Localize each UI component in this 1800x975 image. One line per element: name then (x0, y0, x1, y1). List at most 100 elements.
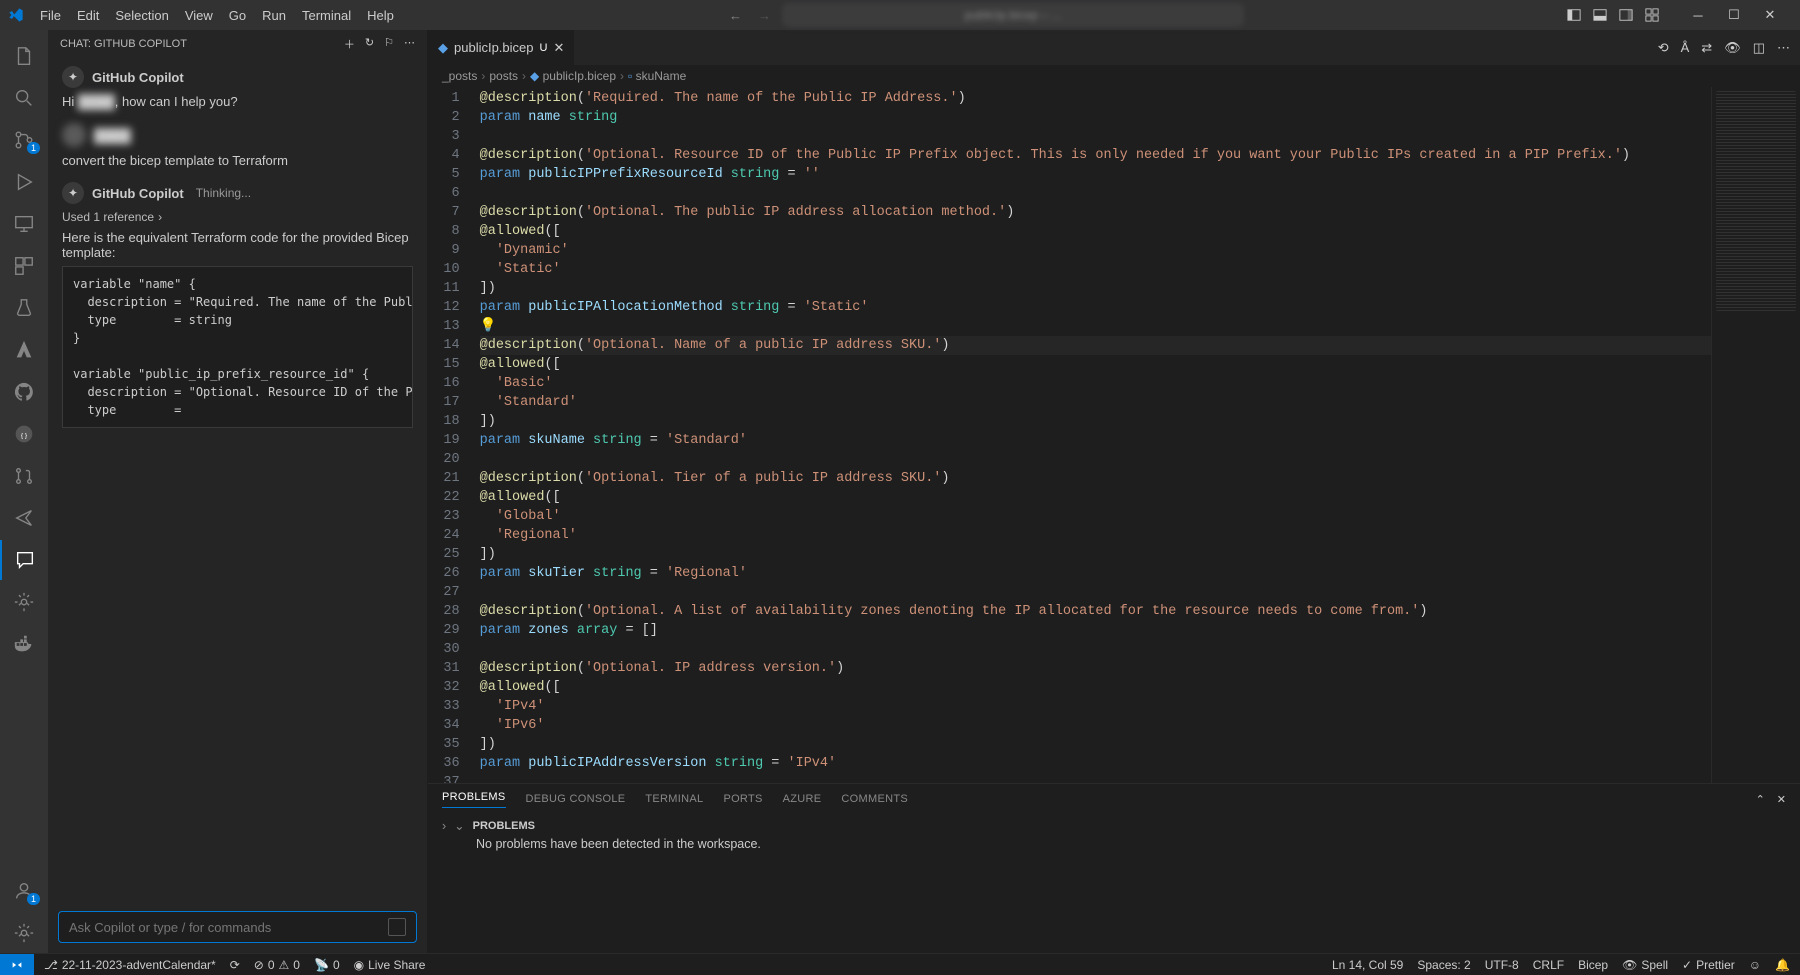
json-icon[interactable]: { } (0, 414, 48, 454)
compare-icon[interactable]: ⟲ (1658, 40, 1669, 56)
nav-forward-icon[interactable]: → (754, 4, 775, 27)
eol-indicator[interactable]: CRLF (1533, 958, 1564, 972)
activity-bar: 1 { } 1 (0, 30, 48, 953)
remote-explorer-icon[interactable] (0, 204, 48, 244)
prettier-indicator[interactable]: ✓ Prettier (1682, 958, 1735, 972)
test-icon[interactable] (0, 288, 48, 328)
more-actions-icon[interactable]: ⋯ (1777, 40, 1790, 56)
chat-input-container (58, 911, 417, 943)
language-indicator[interactable]: Bicep (1578, 958, 1608, 972)
ports-indicator[interactable]: 📡 0 (314, 958, 340, 972)
menu-go[interactable]: Go (221, 4, 254, 27)
more-icon[interactable]: ⋯ (404, 36, 415, 52)
encoding-indicator[interactable]: UTF-8 (1485, 958, 1519, 972)
menu-terminal[interactable]: Terminal (294, 4, 359, 27)
panel-tab-comments[interactable]: COMMENTS (841, 793, 908, 805)
vscode-logo-icon (8, 7, 24, 23)
panel-tab-azure[interactable]: AZURE (783, 793, 822, 805)
breadcrumb-segment[interactable]: _posts (442, 69, 477, 83)
layout-left-icon[interactable] (1566, 7, 1582, 23)
statusbar: ⎇ 22-11-2023-adventCalendar* ⟳ ⊘ 0 ⚠ 0 📡… (0, 953, 1800, 975)
problems-indicator[interactable]: ⊘ 0 ⚠ 0 (254, 958, 300, 972)
notifications-icon[interactable]: 🔔 (1775, 958, 1790, 972)
menu-help[interactable]: Help (359, 4, 402, 27)
statusbar-right: Ln 14, Col 59 Spaces: 2 UTF-8 CRLF Bicep… (1322, 958, 1800, 972)
new-chat-icon[interactable]: ＋ (344, 36, 355, 52)
response-code-block: variable "name" { description = "Require… (62, 266, 413, 428)
feedback-icon[interactable]: ☺ (1749, 958, 1761, 972)
search-icon[interactable] (0, 78, 48, 118)
chat-bot-response: ✦ GitHub Copilot Thinking... Used 1 refe… (62, 182, 413, 428)
run-debug-icon[interactable] (0, 162, 48, 202)
user-avatar-icon (62, 123, 86, 147)
docker-icon[interactable] (0, 624, 48, 664)
minimize-button[interactable]: ─ (1680, 0, 1716, 30)
thinking-label: Thinking... (196, 186, 251, 200)
diff-icon[interactable]: ⇄ (1701, 40, 1712, 56)
code-content[interactable]: @description('Required. The name of the … (474, 87, 1711, 783)
preview-icon[interactable]: 👁 (1724, 40, 1741, 56)
breadcrumb-segment[interactable]: ▫ skuName (628, 69, 686, 83)
expand-icon[interactable]: ⌄ (454, 818, 464, 833)
breadcrumb-segment[interactable]: posts (489, 69, 518, 83)
menu-view[interactable]: View (177, 4, 221, 27)
spell-indicator[interactable]: 👁 Spell (1622, 958, 1668, 972)
tab-publicip[interactable]: ◆ publicIp.bicep U ✕ (428, 30, 575, 65)
minimap[interactable] (1711, 87, 1800, 783)
code-editor[interactable]: 1234567891011121314151617181920212223242… (428, 87, 1800, 783)
bottom-panel: PROBLEMS DEBUG CONSOLE TERMINAL PORTS AZURE C… (428, 783, 1800, 953)
command-center[interactable]: publicIp.bicep – ... (783, 4, 1243, 26)
layout-right-icon[interactable] (1618, 7, 1634, 23)
panel-tab-ports[interactable]: PORTS (723, 793, 762, 805)
tab-close-icon[interactable]: ✕ (553, 40, 564, 56)
maximize-button[interactable]: ☐ (1716, 0, 1752, 30)
pull-request-icon[interactable] (0, 456, 48, 496)
breadcrumbs[interactable]: _posts › posts › ◆ publicIp.bicep › ▫ sk… (428, 65, 1800, 87)
share-icon[interactable] (0, 498, 48, 538)
remote-indicator[interactable] (0, 954, 34, 975)
nav-back-icon[interactable]: ← (725, 4, 746, 27)
collapse-icon[interactable]: › (442, 819, 446, 833)
panel-section-title: PROBLEMS (473, 820, 535, 832)
titlebar: FileEditSelectionViewGoRunTerminalHelp ←… (0, 0, 1800, 30)
split-icon[interactable]: ◫ (1753, 40, 1765, 56)
stop-icon[interactable] (388, 918, 406, 936)
history-icon[interactable]: ↻ (365, 36, 374, 52)
close-window-button[interactable]: ✕ (1752, 0, 1788, 30)
cursor-position[interactable]: Ln 14, Col 59 (1332, 958, 1403, 972)
menu-file[interactable]: File (32, 4, 69, 27)
menu-run[interactable]: Run (254, 4, 294, 27)
sync-icon[interactable]: ⟳ (230, 958, 240, 972)
github-icon[interactable] (0, 372, 48, 412)
panel-tab-debug-console[interactable]: DEBUG CONSOLE (526, 793, 626, 805)
manage-icon[interactable] (0, 913, 48, 953)
chat-icon[interactable] (0, 540, 48, 580)
menu-edit[interactable]: Edit (69, 4, 107, 27)
chat-header: CHAT: GITHUB COPILOT ＋ ↻ ⚐ ⋯ (48, 30, 427, 58)
panel-tab-terminal[interactable]: TERMINAL (645, 793, 703, 805)
azure-icon[interactable] (0, 330, 48, 370)
panel-tab-problems[interactable]: PROBLEMS (442, 791, 506, 808)
menu-selection[interactable]: Selection (107, 4, 176, 27)
editor-area: ◆ publicIp.bicep U ✕ ⟲ Å ⇄ 👁 ◫ ⋯ _posts … (428, 30, 1800, 953)
used-reference-toggle[interactable]: Used 1 reference› (62, 210, 413, 224)
find-icon[interactable]: Å (1681, 40, 1690, 55)
account-icon[interactable]: 1 (0, 871, 48, 911)
source-control-icon[interactable]: 1 (0, 120, 48, 160)
layout-customize-icon[interactable] (1644, 7, 1660, 23)
explorer-icon[interactable] (0, 36, 48, 76)
tab-filename: publicIp.bicep (454, 40, 534, 55)
layout-bottom-icon[interactable] (1592, 7, 1608, 23)
chat-input[interactable] (69, 920, 388, 935)
user-name-label: ████ (94, 128, 131, 143)
breadcrumb-segment[interactable]: ◆ publicIp.bicep (530, 69, 616, 83)
panel-maximize-icon[interactable]: ⌃ (1756, 793, 1765, 806)
extensions-icon[interactable] (0, 246, 48, 286)
branch-indicator[interactable]: ⎇ 22-11-2023-adventCalendar* (44, 958, 216, 972)
titlebar-right: ─ ☐ ✕ (1566, 0, 1792, 30)
liveshare-indicator[interactable]: ◉ Live Share (354, 958, 426, 972)
feedback-icon[interactable]: ⚐ (384, 36, 394, 52)
panel-close-icon[interactable]: ✕ (1777, 793, 1786, 806)
spaces-indicator[interactable]: Spaces: 2 (1417, 958, 1470, 972)
settings-gear-icon[interactable] (0, 582, 48, 622)
